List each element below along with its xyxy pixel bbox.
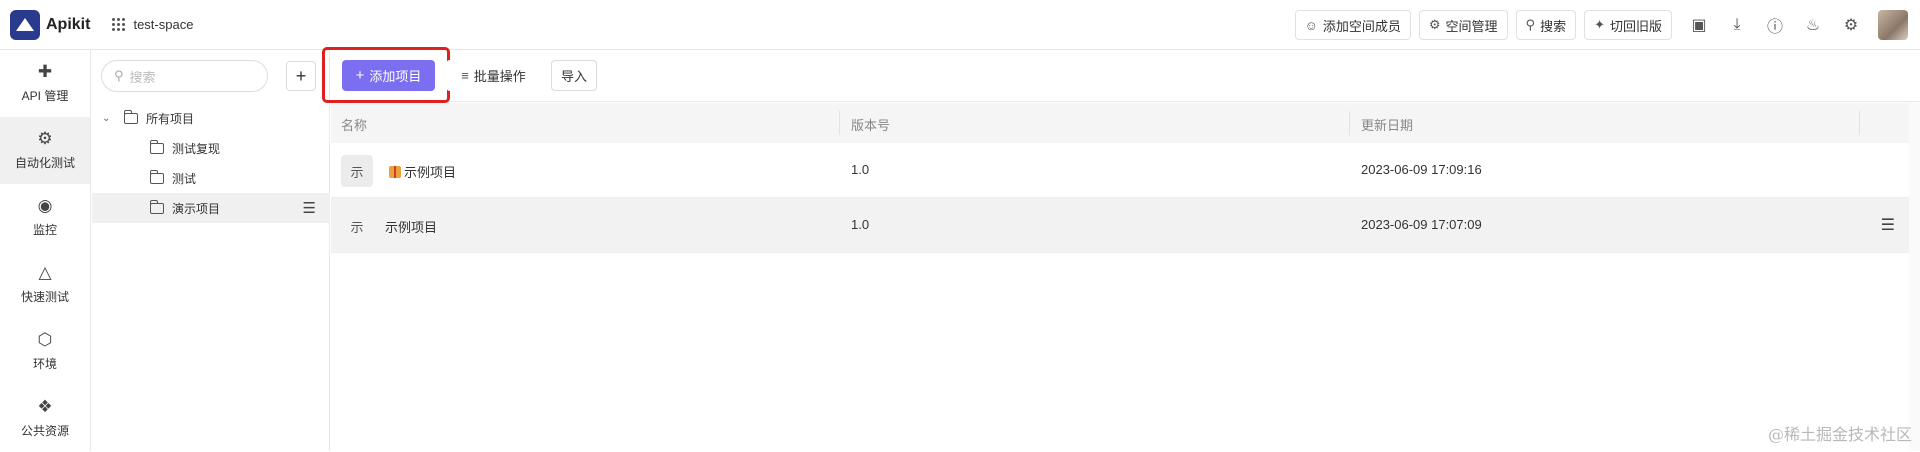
switch-old-version-button[interactable]: ✦ 切回旧版 [1584,10,1672,40]
rocket-icon: △ [38,263,52,282]
column-divider[interactable] [1859,111,1860,135]
search-button[interactable]: ⚲ 搜索 [1515,10,1577,40]
nav-item-quick-test[interactable]: △ 快速测试 [0,251,90,318]
import-label: 导入 [560,69,587,84]
plus-icon: + [355,67,365,84]
apikit-logo-icon [10,9,40,40]
column-header-name[interactable]: 名称 [341,115,367,134]
download-icon[interactable]: ⤓ [1718,16,1756,34]
chevron-down-icon[interactable]: ⌄ [102,113,112,124]
tree-item-label: 测试 [172,171,197,186]
project-updated: 2023-06-09 17:07:09 [1361,217,1482,232]
import-button[interactable]: 导入 [551,60,597,91]
space-settings-label: 空间管理 [1445,18,1498,34]
add-group-button[interactable]: + [286,61,316,91]
tree-item-label: 所有项目 [146,111,195,126]
column-header-version[interactable]: 版本号 [851,115,890,134]
nav-item-label: 公共资源 [20,424,69,438]
column-divider[interactable] [1349,111,1350,135]
nav-item-label: 监控 [32,223,57,237]
space-name: test-space [133,17,194,32]
table-row[interactable]: 示 示例项目 1.0 2023-06-09 17:09:16 [331,143,1909,198]
project-name[interactable]: 示例项目 [385,217,437,236]
nav-item-automation[interactable]: ⚙ 自动化测试 [0,117,90,184]
tree-item-label: 测试复现 [172,141,221,156]
space-switcher[interactable]: test-space [112,17,193,32]
scrollbar[interactable] [1909,103,1920,451]
tree-item-test-repro[interactable]: 测试复现 [92,133,330,163]
project-badge: 示 [341,155,373,187]
add-space-member-button[interactable]: ☺ 添加空间成员 [1294,10,1411,40]
tree-item-demo[interactable]: 演示项目 ☰ [92,193,330,223]
folder-icon [149,199,164,214]
search-label: 搜索 [1540,18,1567,34]
row-menu-icon[interactable]: ☰ [1881,215,1895,235]
tree-search-input[interactable]: ⚲ 搜索 [101,60,268,92]
gear-icon: ⚙ [1428,17,1441,32]
nav-item-monitor[interactable]: ◉ 监控 [0,184,90,251]
project-version: 1.0 [851,162,870,177]
tree-item-label: 演示项目 [172,201,221,216]
wand-icon: ✦ [1594,17,1605,32]
nav-item-label: 快速测试 [20,290,69,304]
menu-icon[interactable]: ☰ [303,199,316,217]
settings-icon[interactable]: ⚙ [1832,15,1870,35]
add-project-button[interactable]: + 添加项目 [342,60,435,91]
nav-item-public-resources[interactable]: ❖ 公共资源 [0,385,90,452]
switch-old-version-label: 切回旧版 [1609,18,1662,34]
tree-item-test[interactable]: 测试 [92,163,330,193]
plus-icon: + [295,65,307,86]
monitor-icon: ◉ [37,196,53,215]
folder-icon [149,139,164,154]
cube-icon: ⬡ [37,330,53,349]
project-updated: 2023-06-09 17:09:16 [1361,162,1482,177]
search-placeholder: 搜索 [129,69,156,85]
nav-item-environment[interactable]: ⬡ 环境 [0,318,90,385]
calendar-icon[interactable]: ▣ [1680,15,1718,35]
batch-operation-button[interactable]: ≡ 批量操作 [446,60,541,91]
nav-item-api[interactable]: ✚ API 管理 [0,50,90,117]
watermark: @稀土掘金技术社区 [1767,425,1912,444]
nav-item-label: API 管理 [21,89,69,103]
search-icon: ⚲ [1525,17,1536,32]
app-name: Apikit [46,15,91,33]
column-header-updated[interactable]: 更新日期 [1361,115,1413,134]
app-logo[interactable]: Apikit [10,9,91,40]
project-name[interactable]: 示例项目 [389,162,456,181]
header-actions: ☺ 添加空间成员 ⚙ 空间管理 ⚲ 搜索 ✦ 切回旧版 ▣ ⤓ ⓘ ♨ ⚙ [1294,0,1920,50]
api-icon: ✚ [37,62,53,81]
add-space-member-label: 添加空间成员 [1322,18,1401,34]
left-nav: ✚ API 管理 ⚙ 自动化测试 ◉ 监控 △ 快速测试 ⬡ 环境 ❖ 公共资源 [0,50,91,451]
folder-icon [123,109,138,124]
robot-icon: ⚙ [37,129,53,148]
space-settings-button[interactable]: ⚙ 空间管理 [1418,10,1508,40]
nav-item-label: 环境 [32,357,57,371]
gift-icon [389,166,401,178]
project-tree-panel: ⚲ 搜索 + ⌄ 所有项目 测试复现 测试 演示项目 ☰ [92,50,330,451]
table-header: 名称 版本号 更新日期 [331,103,1909,143]
project-version: 1.0 [851,217,870,232]
batch-operation-label: 批量操作 [473,69,526,84]
folder-icon [149,169,164,184]
project-table: 名称 版本号 更新日期 示 示例项目 1.0 2023-06-09 17:09:… [331,103,1909,253]
tree-item-root[interactable]: ⌄ 所有项目 [92,103,330,133]
grid-dots-icon [112,18,126,31]
puzzle-icon: ❖ [37,397,53,416]
top-bar: Apikit test-space ☺ 添加空间成员 ⚙ 空间管理 ⚲ 搜索 ✦… [0,0,1920,50]
table-row[interactable]: 示 示例项目 1.0 2023-06-09 17:07:09 ☰ [331,198,1909,253]
nav-item-label: 自动化测试 [14,156,75,170]
help-icon[interactable]: ⓘ [1756,13,1794,37]
column-divider[interactable] [839,111,840,135]
project-name-text: 示例项目 [404,165,457,180]
add-project-label: 添加项目 [369,69,422,84]
search-icon: ⚲ [114,68,124,83]
list-icon: ≡ [461,68,469,83]
add-user-icon: ☺ [1304,17,1318,33]
bell-icon[interactable]: ♨ [1794,15,1832,35]
avatar[interactable] [1878,10,1908,40]
project-badge: 示 [350,219,364,235]
